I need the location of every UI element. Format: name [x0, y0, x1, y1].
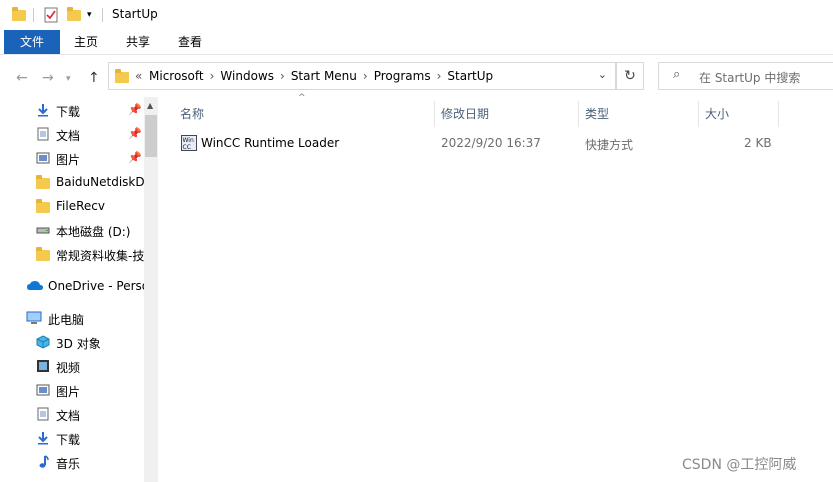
column-divider[interactable]	[778, 101, 779, 127]
sidebar-item-drive-d[interactable]: 本地磁盘 (D:)	[0, 219, 145, 241]
music-note-icon	[39, 455, 49, 468]
folder-icon	[36, 247, 50, 261]
cube-icon	[36, 335, 50, 349]
forward-arrow-icon[interactable]: →	[42, 70, 54, 86]
quick-access-folder-icon[interactable]	[12, 6, 26, 24]
recent-locations-chevron-icon[interactable]: ▾	[66, 74, 71, 84]
address-overflow[interactable]: «	[135, 69, 142, 83]
breadcrumb-separator[interactable]: ›	[437, 69, 442, 83]
drive-icon	[36, 227, 50, 234]
svg-text:Win: Win	[183, 137, 194, 144]
download-arrow-icon	[38, 104, 48, 117]
file-list: ^ 名称 修改日期 类型 大小 Win CC WinCC Runtime Loa…	[160, 93, 833, 482]
picture-icon	[36, 384, 50, 396]
pin-icon[interactable]: 📌	[128, 103, 142, 116]
breadcrumb-startup[interactable]: StartUp	[447, 69, 493, 83]
address-bar[interactable]: « Microsoft › Windows › Start Menu › Pro…	[108, 62, 616, 90]
file-date: 2022/9/20 16:37	[441, 136, 541, 150]
up-arrow-icon[interactable]: ↑	[88, 70, 100, 86]
column-header-size[interactable]: 大小	[705, 101, 729, 127]
breadcrumb-windows[interactable]: Windows	[220, 69, 274, 83]
column-divider[interactable]	[434, 101, 435, 127]
sidebar-item-downloads[interactable]: 下载 📌	[0, 99, 145, 121]
sidebar-item-music[interactable]: 音乐	[0, 451, 145, 473]
table-row[interactable]: Win CC WinCC Runtime Loader 2022/9/20 16…	[178, 133, 818, 153]
sidebar-item-videos[interactable]: 视频	[0, 355, 145, 377]
navigation-scrollbar[interactable]: ▲	[144, 97, 158, 482]
svg-text:CC: CC	[183, 144, 191, 151]
back-arrow-icon[interactable]: ←	[16, 70, 28, 86]
download-arrow-icon	[38, 432, 48, 445]
watermark: CSDN @工控阿威	[682, 457, 797, 473]
title-bar: ▾ StartUp	[0, 0, 833, 30]
folder-icon	[36, 199, 50, 213]
document-icon	[37, 407, 49, 421]
pin-icon[interactable]: 📌	[128, 127, 142, 140]
sidebar-item-baidunetdisk[interactable]: BaiduNetdiskD	[0, 171, 145, 193]
sidebar-item-onedrive[interactable]: OneDrive - Perso	[0, 275, 145, 297]
picture-icon	[36, 152, 50, 164]
search-input[interactable]: ⌕ 在 StartUp 中搜索	[658, 62, 833, 90]
sidebar-item-filerecv[interactable]: FileRecv	[0, 195, 145, 217]
scrollbar-thumb[interactable]	[145, 115, 157, 157]
breadcrumb: Microsoft › Windows › Start Menu › Progr…	[149, 69, 499, 83]
breadcrumb-programs[interactable]: Programs	[374, 69, 431, 83]
title-divider	[102, 8, 103, 22]
file-type: 快捷方式	[585, 138, 634, 152]
column-divider[interactable]	[578, 101, 579, 127]
sidebar-item-documents-pc[interactable]: 文档	[0, 403, 145, 425]
document-icon	[37, 127, 49, 141]
breadcrumb-start-menu[interactable]: Start Menu	[291, 69, 357, 83]
column-divider[interactable]	[698, 101, 699, 127]
cloud-icon	[27, 281, 43, 290]
file-name: WinCC Runtime Loader	[201, 136, 340, 150]
sort-ascending-chevron-icon: ^	[298, 93, 306, 103]
tab-file[interactable]: 文件	[4, 30, 60, 54]
search-icon: ⌕	[673, 67, 681, 82]
breadcrumb-separator[interactable]: ›	[210, 69, 215, 83]
scroll-up-arrow-icon[interactable]: ▲	[147, 101, 153, 110]
qat-divider	[33, 8, 34, 22]
column-header-name[interactable]: 名称	[180, 101, 204, 127]
sidebar-item-pictures-pc[interactable]: 图片	[0, 379, 145, 401]
sidebar-item-3d-objects[interactable]: 3D 对象	[0, 331, 145, 353]
new-folder-icon[interactable]	[67, 6, 81, 24]
tab-home[interactable]: 主页	[62, 30, 110, 54]
refresh-icon[interactable]: ↻	[616, 62, 644, 90]
column-header-date[interactable]: 修改日期	[441, 101, 489, 127]
tab-share[interactable]: 共享	[114, 30, 162, 54]
file-size: 2 KB	[744, 136, 772, 150]
search-placeholder: 在 StartUp 中搜索	[699, 71, 801, 85]
window-title: StartUp	[112, 7, 158, 21]
sidebar-item-pictures[interactable]: 图片 📌	[0, 147, 145, 169]
sidebar-item-this-pc[interactable]: 此电脑	[0, 307, 145, 329]
wincc-shortcut-icon: Win CC	[181, 135, 197, 151]
sidebar-item-general-docs[interactable]: 常规资料收集-技	[0, 243, 145, 265]
navigation-pane: 下载 📌 文档 📌 图片 📌 BaiduNetdiskD FileRecv 本地…	[0, 97, 158, 482]
ribbon-tabs: 文件 主页 共享 查看	[0, 30, 833, 55]
breadcrumb-separator[interactable]: ›	[363, 69, 368, 83]
breadcrumb-microsoft[interactable]: Microsoft	[149, 69, 204, 83]
folder-icon	[36, 175, 50, 189]
tab-view[interactable]: 查看	[166, 30, 214, 54]
pin-icon[interactable]: 📌	[128, 151, 142, 164]
qat-dropdown-chevron-icon[interactable]: ▾	[87, 6, 92, 24]
breadcrumb-separator[interactable]: ›	[280, 69, 285, 83]
computer-icon	[26, 311, 42, 324]
address-dropdown-chevron-icon[interactable]: ⌄	[598, 68, 607, 81]
column-header-type[interactable]: 类型	[585, 101, 609, 127]
video-icon	[37, 360, 49, 372]
properties-checkmark-icon[interactable]	[44, 6, 58, 24]
sidebar-item-downloads-pc[interactable]: 下载	[0, 427, 145, 449]
address-folder-icon	[115, 69, 129, 83]
sidebar-item-documents[interactable]: 文档 📌	[0, 123, 145, 145]
